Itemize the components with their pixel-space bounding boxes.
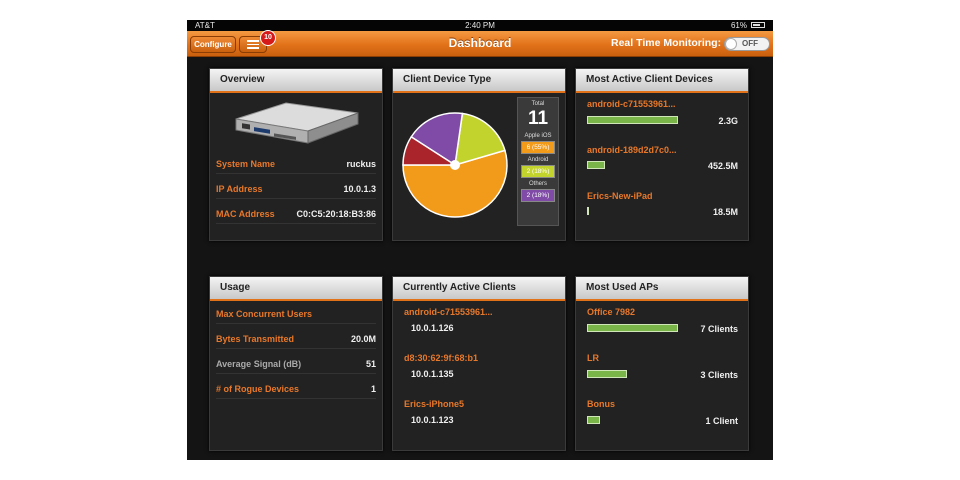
usage-row: Max Concurrent Users bbox=[216, 303, 376, 324]
ap-usage-bar bbox=[587, 324, 678, 332]
device-type-pie-chart bbox=[402, 112, 508, 218]
usage-row: Bytes Transmitted 20.0M bbox=[216, 328, 376, 349]
client-ip: 10.0.1.123 bbox=[411, 415, 454, 425]
realtime-monitoring-toggle[interactable]: OFF bbox=[724, 37, 770, 51]
active-clients-title: Currently Active Clients bbox=[393, 277, 565, 301]
legend-label: Android bbox=[527, 157, 549, 163]
client-device-type-title: Client Device Type bbox=[393, 69, 565, 93]
usage-value: 51 bbox=[365, 359, 376, 369]
overview-row: IP Address 10.0.1.3 bbox=[216, 178, 376, 199]
usage-panel: Usage Max Concurrent Users Bytes Transmi… bbox=[209, 276, 383, 451]
battery-icon bbox=[751, 22, 765, 28]
legend-count: 2 (18%) bbox=[521, 165, 555, 178]
legend-count: 6 (55%) bbox=[521, 141, 555, 154]
usage-row: # of Rogue Devices 1 bbox=[216, 378, 376, 399]
ipad-screen: AT&T 2:40 PM 61% Configure 10 Dashboard … bbox=[187, 20, 773, 460]
overview-title: Overview bbox=[210, 69, 382, 93]
usage-label: Average Signal (dB) bbox=[216, 359, 302, 369]
usage-label: Max Concurrent Users bbox=[216, 309, 313, 319]
device-type-legend: Total 11 Apple iOS 6 (55%) Android 2 (18… bbox=[517, 97, 559, 226]
ap-usage-bar bbox=[587, 416, 600, 424]
ap-client-count: 7 Clients bbox=[700, 324, 738, 334]
controller-device-image bbox=[235, 102, 359, 144]
overview-row: System Name ruckus bbox=[216, 153, 376, 174]
total-label: Total bbox=[531, 101, 545, 107]
usage-value: 1 bbox=[370, 384, 376, 394]
usage-row: Average Signal (dB) 51 bbox=[216, 353, 376, 374]
nav-bar: Configure 10 Dashboard Real Time Monitor… bbox=[187, 30, 773, 57]
ap-usage-bar bbox=[587, 370, 627, 378]
overview-label: IP Address bbox=[216, 184, 263, 194]
overview-value: ruckus bbox=[346, 159, 376, 169]
overview-label: MAC Address bbox=[216, 209, 275, 219]
most-active-devices-panel: Most Active Client Devices android-c7155… bbox=[575, 68, 749, 241]
usage-label: Bytes Transmitted bbox=[216, 334, 295, 344]
usage-bar bbox=[587, 116, 678, 124]
usage-value: 452.5M bbox=[707, 161, 738, 171]
ap-name[interactable]: Bonus bbox=[587, 399, 615, 409]
overview-panel: Overview System Name ruckus IP Address 1… bbox=[209, 68, 383, 241]
ap-client-count: 1 Client bbox=[705, 416, 738, 426]
legend-count: 2 (18%) bbox=[521, 189, 555, 202]
overview-value: C0:C5:20:18:B3:86 bbox=[296, 209, 376, 219]
clock: 2:40 PM bbox=[465, 21, 495, 30]
total-value: 11 bbox=[527, 108, 549, 129]
device-name[interactable]: android-c71553961... bbox=[587, 99, 676, 109]
client-name[interactable]: android-c71553961... bbox=[404, 307, 493, 317]
overview-row: MAC Address C0:C5:20:18:B3:86 bbox=[216, 203, 376, 224]
client-ip: 10.0.1.135 bbox=[411, 369, 454, 379]
client-ip: 10.0.1.126 bbox=[411, 323, 454, 333]
toggle-knob bbox=[725, 38, 737, 50]
device-name[interactable]: Erics-New-iPad bbox=[587, 191, 653, 201]
battery-percent: 61% bbox=[730, 21, 747, 30]
client-name[interactable]: Erics-iPhone5 bbox=[404, 399, 464, 409]
legend-label: Apple iOS bbox=[524, 133, 552, 139]
toggle-state: OFF bbox=[742, 39, 758, 48]
legend-label: Others bbox=[528, 181, 547, 187]
ap-client-count: 3 Clients bbox=[700, 370, 738, 380]
usage-bar bbox=[587, 207, 589, 215]
overview-value: 10.0.1.3 bbox=[343, 184, 376, 194]
client-device-type-panel: Client Device Type Total 11 Apple iOS 6 … bbox=[392, 68, 566, 241]
usage-value: 20.0M bbox=[350, 334, 376, 344]
usage-bar bbox=[587, 161, 605, 169]
active-clients-panel: Currently Active Clients android-c715539… bbox=[392, 276, 566, 451]
most-used-aps-title: Most Used APs bbox=[576, 277, 748, 301]
overview-label: System Name bbox=[216, 159, 276, 169]
usage-value: 2.3G bbox=[718, 116, 738, 126]
pie-center-dot bbox=[450, 160, 460, 170]
usage-value: 18.5M bbox=[712, 207, 738, 217]
realtime-monitoring-label: Real Time Monitoring: bbox=[611, 37, 722, 49]
status-bar: AT&T 2:40 PM 61% bbox=[187, 20, 773, 31]
device-name[interactable]: android-189d2d7c0... bbox=[587, 145, 677, 155]
client-name[interactable]: d8:30:62:9f:68:b1 bbox=[404, 353, 478, 363]
usage-label: # of Rogue Devices bbox=[216, 384, 300, 394]
ap-name[interactable]: Office 7982 bbox=[587, 307, 635, 317]
most-used-aps-panel: Most Used APs Office 7982 7 Clients LR 3… bbox=[575, 276, 749, 451]
ap-name[interactable]: LR bbox=[587, 353, 599, 363]
usage-title: Usage bbox=[210, 277, 382, 301]
most-active-title: Most Active Client Devices bbox=[576, 69, 748, 93]
